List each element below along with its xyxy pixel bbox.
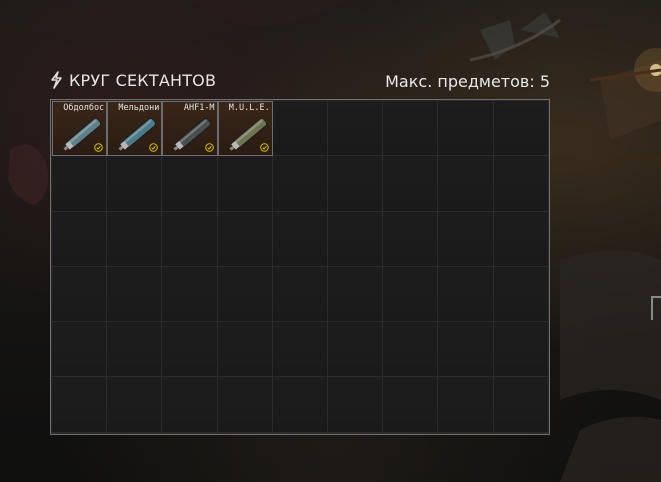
sacrifice-grid[interactable]: Обдолбос Мельдони AHF1-M M.U.L.E.	[50, 99, 550, 435]
grid-cell[interactable]	[272, 156, 328, 212]
grid-cell[interactable]	[493, 266, 549, 323]
grid-cell[interactable]	[162, 377, 218, 433]
found-in-raid-check-icon	[204, 143, 214, 153]
grid-cell[interactable]	[107, 377, 163, 433]
found-in-raid-check-icon	[149, 143, 159, 153]
grid-cell[interactable]	[217, 322, 273, 378]
stash-header: КРУГ СЕКТАНТОВ Макс. предметов: 5	[46, 68, 550, 94]
grid-cell[interactable]	[438, 377, 494, 433]
grid-cell[interactable]	[383, 211, 439, 267]
grid-cell[interactable]	[383, 322, 439, 378]
grid-cell[interactable]	[107, 211, 163, 267]
grid-cell[interactable]	[327, 156, 384, 212]
grid-cell[interactable]	[438, 101, 494, 157]
grid-cell[interactable]	[272, 211, 328, 267]
grid-cell[interactable]	[438, 156, 494, 212]
grid-cell[interactable]	[107, 156, 163, 212]
grid-cell[interactable]	[52, 211, 108, 267]
grid-cell[interactable]	[327, 101, 384, 157]
grid-cell[interactable]	[438, 322, 494, 378]
item-name: Мельдони	[118, 103, 160, 113]
stash-item[interactable]: AHF1-M	[162, 101, 218, 157]
grid-cell[interactable]	[52, 156, 108, 212]
grid-cell[interactable]	[493, 101, 549, 157]
grid-cells: Обдолбос Мельдони AHF1-M M.U.L.E.	[52, 101, 549, 433]
grid-cell[interactable]	[327, 266, 384, 323]
grid-cell[interactable]	[493, 377, 549, 433]
sacrifice-screen: КРУГ СЕКТАНТОВ Макс. предметов: 5 Обдолб…	[0, 0, 661, 482]
grid-cell[interactable]	[383, 377, 439, 433]
grid-cell[interactable]	[162, 322, 218, 378]
grid-cell[interactable]	[438, 211, 494, 267]
grid-cell[interactable]	[327, 322, 384, 378]
item-name: AHF1-M	[183, 103, 215, 113]
grid-cell[interactable]	[383, 156, 439, 212]
grid-cell[interactable]	[217, 377, 273, 433]
capacity-label: Макс. предметов: 5	[385, 72, 550, 91]
stash-title: КРУГ СЕКТАНТОВ	[46, 70, 216, 90]
grid-cell[interactable]	[272, 322, 328, 378]
grid-cell[interactable]	[107, 266, 163, 323]
grid-cell[interactable]	[107, 322, 163, 378]
stash-title-text: КРУГ СЕКТАНТОВ	[69, 70, 217, 90]
grid-cell[interactable]	[493, 156, 549, 212]
grid-cell[interactable]	[52, 322, 108, 378]
grid-cell[interactable]	[327, 377, 384, 433]
stash-item[interactable]: Обдолбос	[52, 101, 108, 157]
grid-cell[interactable]	[493, 322, 549, 378]
item-name: M.U.L.E.	[228, 103, 270, 113]
stash-item[interactable]: M.U.L.E.	[217, 101, 273, 157]
grid-cell[interactable]	[383, 101, 439, 157]
grid-cell[interactable]	[217, 266, 273, 323]
grid-cell[interactable]	[217, 211, 273, 267]
grid-cell[interactable]	[272, 266, 328, 323]
item-name: Обдолбос	[63, 103, 105, 113]
found-in-raid-check-icon	[259, 143, 269, 153]
stash-item[interactable]: Мельдони	[107, 101, 163, 157]
offscreen-panel-corner	[651, 296, 661, 320]
sect-symbol-icon	[51, 71, 62, 89]
grid-cell[interactable]	[383, 266, 439, 323]
grid-cell[interactable]	[52, 266, 108, 323]
grid-cell[interactable]	[217, 156, 273, 212]
grid-cell[interactable]	[162, 156, 218, 212]
grid-cell[interactable]	[493, 211, 549, 267]
grid-cell[interactable]	[272, 101, 328, 157]
grid-cell[interactable]	[327, 211, 384, 267]
grid-cell[interactable]	[272, 377, 328, 433]
grid-cell[interactable]	[438, 266, 494, 323]
grid-cell[interactable]	[162, 211, 218, 267]
grid-cell[interactable]	[162, 266, 218, 323]
found-in-raid-check-icon	[94, 143, 104, 153]
grid-cell[interactable]	[52, 377, 108, 433]
